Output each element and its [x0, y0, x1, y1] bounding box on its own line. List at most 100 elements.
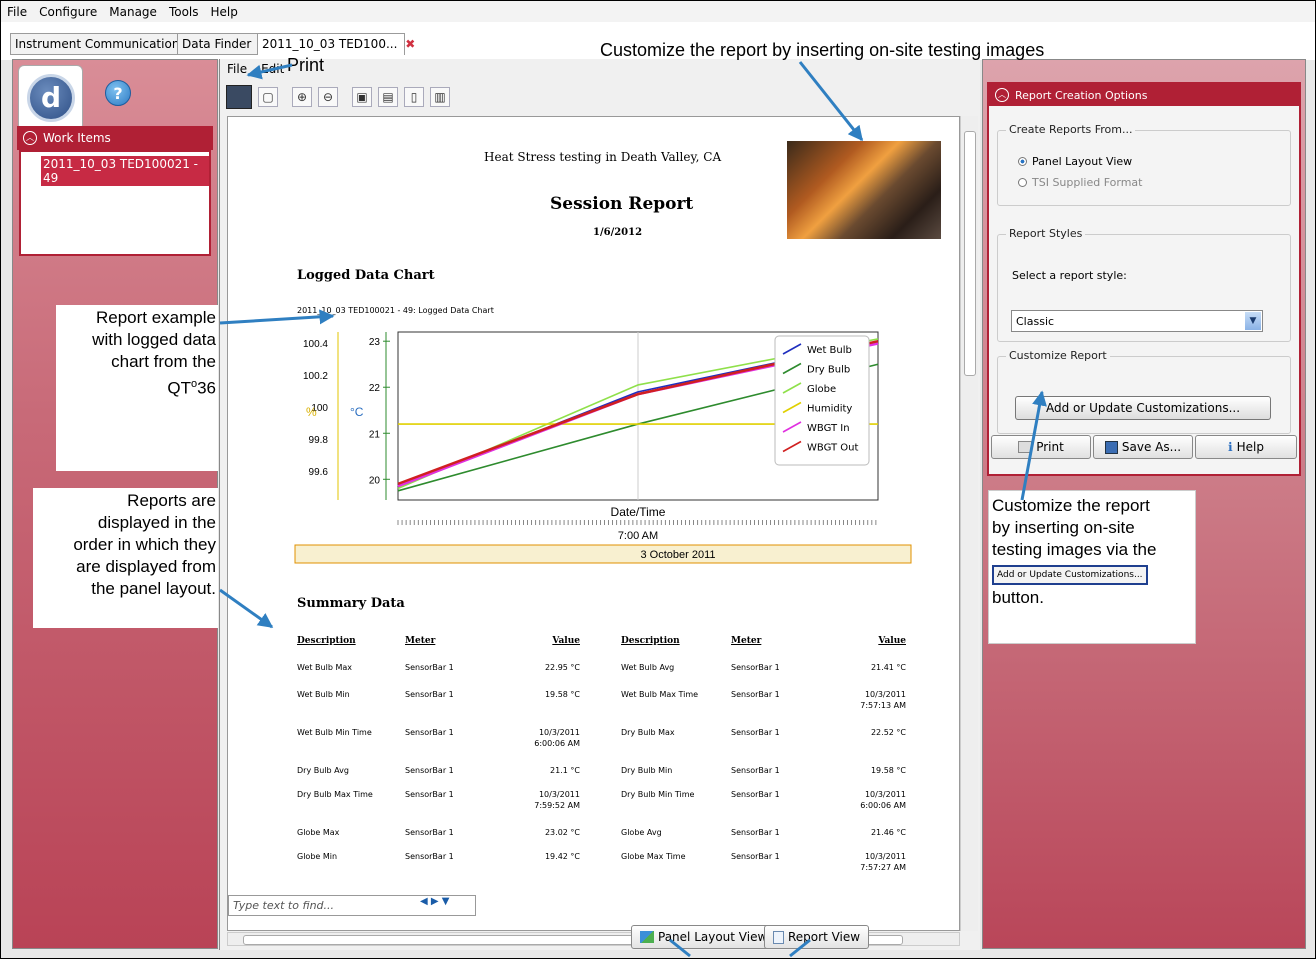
- summary-cell: Dry Bulb Min: [621, 766, 673, 775]
- summary-header: Value: [552, 636, 580, 646]
- callout-qt-suffix: 36: [197, 378, 216, 398]
- menu-tools[interactable]: Tools: [163, 5, 205, 19]
- work-items-header[interactable]: ︿ Work Items: [17, 126, 213, 150]
- printer-icon: [1018, 441, 1033, 453]
- viewer-menu-edit[interactable]: Edit: [254, 62, 291, 76]
- find-nav-icon[interactable]: ◀ ▶ ▼: [420, 896, 449, 907]
- report-style-select[interactable]: Classic ▼: [1011, 310, 1263, 332]
- radio-tsi-format[interactable]: TSI Supplied Format: [1018, 176, 1142, 189]
- callout-line: chart from the: [111, 352, 216, 371]
- print-button[interactable]: Print: [991, 435, 1091, 459]
- fit-page-icon[interactable]: ▣: [352, 87, 372, 107]
- summary-cell: 10/3/2011 7:57:13 AM: [860, 690, 906, 710]
- callout-line: the panel layout.: [91, 579, 216, 598]
- select-style-label: Select a report style:: [1012, 269, 1127, 282]
- report-view-button[interactable]: Report View: [764, 925, 870, 949]
- summary-header: Meter: [405, 636, 436, 646]
- collapse-icon[interactable]: ︿: [995, 88, 1009, 102]
- copy-icon[interactable]: ▢: [258, 87, 278, 107]
- chevron-down-icon[interactable]: ▼: [1245, 312, 1261, 330]
- summary-cell: 19.42 °C: [544, 852, 580, 861]
- summary-cell: Wet Bulb Max Time: [621, 690, 699, 699]
- tab-instrument-communications[interactable]: Instrument Communications: [10, 33, 186, 55]
- summary-cell: 10/3/2011 6:00:06 AM: [534, 728, 580, 748]
- report-viewer: File Edit ▢ ⊕ ⊖ ▣ ▤ ▯ ▥ Heat Stress test…: [219, 59, 980, 950]
- customize-group: Customize Report: [997, 349, 1291, 434]
- callout-line: displayed in the: [97, 513, 216, 532]
- callout-line: Customize the report: [992, 496, 1150, 515]
- menu-configure[interactable]: Configure: [33, 5, 103, 19]
- viewer-menu-file[interactable]: File: [220, 62, 254, 76]
- summary-cell: SensorBar 1: [731, 790, 780, 799]
- summary-cell: Dry Bulb Min Time: [621, 790, 695, 799]
- summary-cell: 22.52 °C: [870, 728, 906, 737]
- callout-line: with logged data: [92, 330, 216, 349]
- logo-card: d: [18, 65, 83, 131]
- callout-top: Customize the report by inserting on-sit…: [600, 40, 1045, 60]
- summary-cell: SensorBar 1: [731, 728, 780, 737]
- callout-right: Customize the report by inserting on-sit…: [988, 490, 1196, 644]
- zoom-out-icon[interactable]: ⊖: [318, 87, 338, 107]
- work-item[interactable]: 2011_10_03 TED100021 - 49: [41, 156, 209, 186]
- menu-file[interactable]: File: [1, 5, 33, 19]
- report-options-header[interactable]: ︿ Report Creation Options: [989, 84, 1299, 106]
- summary-cell: Wet Bulb Avg: [621, 663, 675, 672]
- callout-qt: QT: [167, 378, 191, 398]
- report-view-label: Report View: [788, 930, 861, 944]
- help-icon[interactable]: ?: [105, 80, 131, 106]
- info-icon: ℹ: [1228, 440, 1233, 454]
- document-icon: [773, 930, 784, 944]
- menu-help[interactable]: Help: [205, 5, 244, 19]
- radio-tsi-format-label: TSI Supplied Format: [1032, 176, 1143, 189]
- summary-cell: SensorBar 1: [731, 852, 780, 861]
- summary-cell: SensorBar 1: [405, 690, 454, 699]
- two-page-icon[interactable]: ▥: [430, 87, 450, 107]
- summary-cell: 23.02 °C: [544, 828, 580, 837]
- panel-layout-view-button[interactable]: Panel Layout View: [631, 925, 777, 949]
- tab-report[interactable]: 2011_10_03 TED100... ✖: [257, 33, 415, 55]
- summary-cell: Dry Bulb Max Time: [297, 790, 373, 799]
- save-as-label: Save As...: [1121, 440, 1182, 454]
- menu-manage[interactable]: Manage: [103, 5, 163, 19]
- zoom-in-icon[interactable]: ⊕: [292, 87, 312, 107]
- summary-cell: 19.58 °C: [870, 766, 906, 775]
- save-icon: [1104, 440, 1118, 454]
- radio-panel-layout[interactable]: Panel Layout View: [1018, 155, 1132, 168]
- summary-cell: Globe Min: [297, 852, 338, 861]
- summary-cell: SensorBar 1: [405, 852, 454, 861]
- tab-report-label: 2011_10_03 TED100...: [262, 37, 398, 51]
- tab-data-finder[interactable]: Data Finder: [177, 33, 258, 55]
- close-icon[interactable]: ✖: [405, 37, 415, 51]
- print-icon[interactable]: [226, 85, 252, 109]
- create-from-title: Create Reports From...: [1006, 123, 1136, 136]
- print-label: Print: [1036, 440, 1064, 454]
- radio-panel-layout-label: Panel Layout View: [1032, 155, 1133, 168]
- help-button[interactable]: ℹ Help: [1195, 435, 1297, 459]
- summary-header: Meter: [731, 636, 762, 646]
- summary-header: Description: [297, 636, 356, 646]
- callout-line: button.: [992, 588, 1044, 607]
- fit-width-icon[interactable]: ▤: [378, 87, 398, 107]
- summary-cell: 10/3/2011 7:59:52 AM: [534, 790, 580, 810]
- callout-line: are displayed from: [76, 557, 216, 576]
- summary-cell: 21.46 °C: [870, 828, 906, 837]
- collapse-icon[interactable]: ︿: [23, 131, 37, 145]
- summary-cell: SensorBar 1: [731, 690, 780, 699]
- viewer-toolbar: ▢ ⊕ ⊖ ▣ ▤ ▯ ▥: [220, 79, 980, 115]
- vertical-scroll-thumb[interactable]: [964, 131, 976, 376]
- app-logo-icon[interactable]: d: [27, 74, 75, 122]
- save-as-button[interactable]: Save As...: [1093, 435, 1193, 459]
- summary-cell: Dry Bulb Max: [621, 728, 675, 737]
- customize-title: Customize Report: [1006, 349, 1110, 362]
- report-styles-title: Report Styles: [1006, 227, 1086, 240]
- radio-on-icon: [1018, 157, 1027, 166]
- vertical-scrollbar[interactable]: [960, 116, 978, 931]
- callout-print: Print: [287, 55, 325, 75]
- summary-cell: 22.95 °C: [544, 663, 580, 672]
- panel-layout-view-label: Panel Layout View: [658, 930, 768, 944]
- menu-bar: File Configure Manage Tools Help: [1, 1, 1315, 22]
- summary-cell: SensorBar 1: [405, 663, 454, 672]
- single-page-icon[interactable]: ▯: [404, 87, 424, 107]
- report-style-value: Classic: [1016, 315, 1055, 328]
- add-update-customizations-button[interactable]: Add or Update Customizations...: [1015, 396, 1271, 420]
